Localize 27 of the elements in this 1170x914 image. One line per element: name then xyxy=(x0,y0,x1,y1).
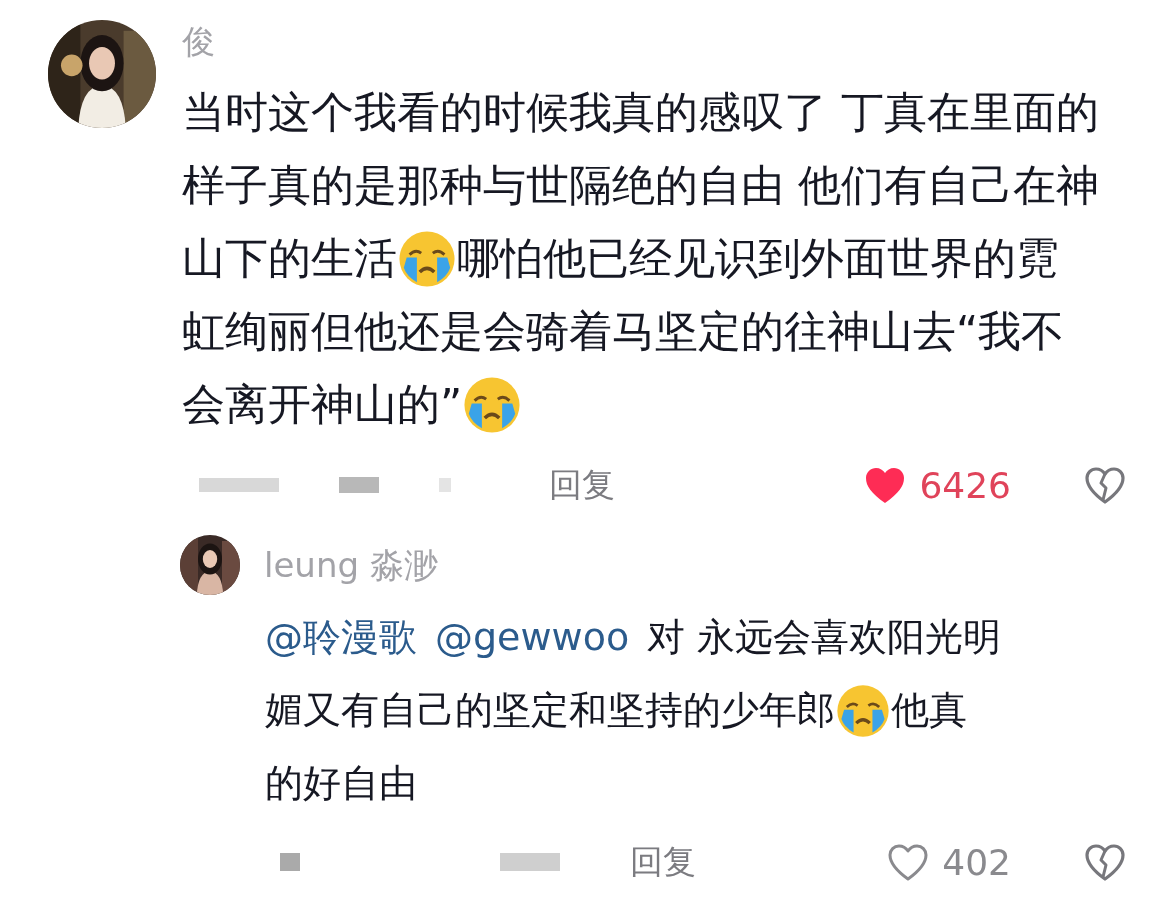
broken-heart-icon[interactable] xyxy=(1083,842,1127,882)
comment-text: 山下的生活 xyxy=(182,232,397,285)
reply-link[interactable]: 回复 xyxy=(549,462,615,508)
mention-link[interactable]: @聆漫歌 xyxy=(265,614,417,661)
broken-heart-icon[interactable] xyxy=(1083,465,1127,505)
blurred-mark xyxy=(339,477,379,493)
comment-text: 的好自由 xyxy=(265,760,417,807)
comment-text: 媚又有自己的坚定和坚持的少年郎 xyxy=(265,687,835,734)
comment-text: 他真 xyxy=(891,687,967,734)
like-count: 6426 xyxy=(919,464,1011,506)
comment-text: 哪怕他已经见识到外面世界的霓 xyxy=(457,232,1059,285)
comment-text: 样子真的是那种与世隔绝的自由 他们有自己在神 xyxy=(182,159,1099,212)
blurred-mark xyxy=(500,853,560,871)
comment-text: 当时这个我看的时候我真的感叹了 丁真在里面的 xyxy=(182,86,1099,139)
comment-text: 对 永远会喜欢阳光明 xyxy=(647,614,1002,661)
comment-text: 会离开神山的” xyxy=(182,378,463,431)
like-count: 402 xyxy=(942,841,1011,883)
crying-face-icon xyxy=(836,683,890,738)
mention-link[interactable]: @gewwoo xyxy=(435,614,630,661)
blurred-mark xyxy=(280,853,300,871)
comment-text: 虹绚丽但他还是会骑着马坚定的往神山去“我不 xyxy=(182,305,1065,358)
crying-face-icon xyxy=(398,229,456,288)
username[interactable]: leung 淼渺 xyxy=(264,543,438,587)
blurred-mark xyxy=(439,478,451,492)
username[interactable]: 俊 xyxy=(182,20,1127,64)
crying-face-icon xyxy=(463,375,522,434)
reply-link[interactable]: 回复 xyxy=(630,839,696,885)
